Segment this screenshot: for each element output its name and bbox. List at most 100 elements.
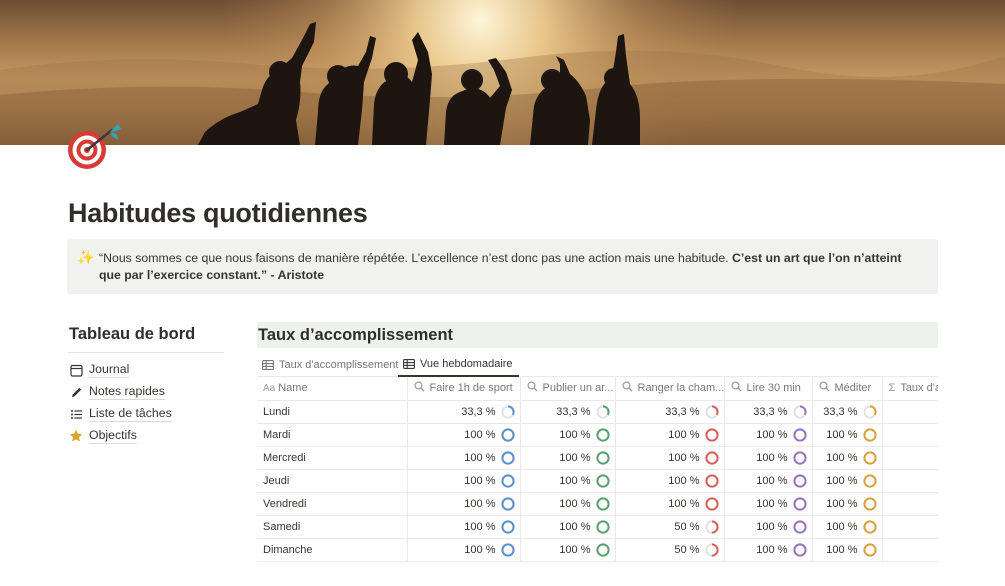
callout-text-plain: “Nous sommes ce que nous faisons de mani… bbox=[99, 251, 732, 265]
table-row[interactable]: Lundi 33,3 % 33,3 % 33,3 % 33,3 % 33,3 % 33,3 … bbox=[257, 400, 938, 424]
completion-rate-cell[interactable]: 100 % bbox=[882, 492, 938, 516]
habit-progress-cell[interactable]: 33,3 % bbox=[615, 400, 725, 424]
weekly-table: Aa Name Faire 1h de sport Publier un ar..… bbox=[257, 377, 938, 565]
progress-ring-arc bbox=[862, 519, 877, 534]
sidebar-item-liste-de-taches[interactable]: Liste de tâches bbox=[69, 405, 172, 423]
progress-value: 50 % bbox=[674, 543, 700, 556]
habit-progress-cell[interactable]: 100 % bbox=[812, 538, 883, 562]
habit-progress-cell[interactable]: 100 % bbox=[520, 538, 616, 562]
page-cover-image[interactable] bbox=[0, 0, 1005, 145]
completion-rate-cell[interactable]: 90 % bbox=[882, 515, 938, 539]
habit-progress-cell[interactable]: 100 % bbox=[407, 492, 521, 516]
habit-progress-cell[interactable]: 100 % bbox=[615, 492, 725, 516]
habit-progress-cell[interactable]: 100 % bbox=[407, 469, 521, 493]
habit-progress-cell[interactable]: 100 % bbox=[812, 515, 883, 539]
habit-progress-cell[interactable]: 100 % bbox=[812, 469, 883, 493]
day-name-cell[interactable]: Vendredi bbox=[257, 492, 408, 516]
progress-ring-icon bbox=[500, 519, 515, 534]
habit-progress-cell[interactable]: 100 % bbox=[724, 515, 813, 539]
table-row[interactable]: Mercredi 100 % 100 % 100 % 100 % 100 % 100 % bbox=[257, 446, 938, 470]
calendar-icon bbox=[69, 363, 83, 377]
habit-progress-cell[interactable]: 33,3 % bbox=[812, 400, 883, 424]
habit-progress-cell[interactable]: 100 % bbox=[615, 469, 725, 493]
progress-value: 100 % bbox=[826, 543, 858, 556]
day-name-cell[interactable]: Mercredi bbox=[257, 446, 408, 470]
progress-ring-arc bbox=[500, 450, 515, 465]
habit-progress-cell[interactable]: 100 % bbox=[520, 446, 616, 470]
progress-value: 33,3 % bbox=[461, 405, 496, 418]
habit-progress-cell[interactable]: 50 % bbox=[615, 515, 725, 539]
progress-value: 50 % bbox=[674, 520, 700, 533]
habit-progress-cell[interactable]: 100 % bbox=[407, 538, 521, 562]
habit-progress-cell[interactable]: 100 % bbox=[724, 492, 813, 516]
habit-progress-cell[interactable]: 100 % bbox=[724, 423, 813, 447]
habit-progress-cell[interactable]: 33,3 % bbox=[407, 400, 521, 424]
habit-progress-cell[interactable]: 100 % bbox=[724, 469, 813, 493]
quote-callout[interactable]: ✨ “Nous sommes ce que nous faisons de ma… bbox=[67, 239, 938, 294]
progress-value: 100 % bbox=[464, 520, 496, 533]
day-name-cell[interactable]: Mardi bbox=[257, 423, 408, 447]
habit-progress-cell[interactable]: 33,3 % bbox=[520, 400, 616, 424]
progress-value: 100 % bbox=[464, 497, 496, 510]
habit-progress-cell[interactable]: 100 % bbox=[520, 515, 616, 539]
target-dart-icon[interactable] bbox=[66, 120, 126, 174]
habit-progress-cell[interactable]: 33,3 % bbox=[724, 400, 813, 424]
table-row[interactable]: Jeudi 100 % 100 % 100 % 100 % 100 % 100 % bbox=[257, 469, 938, 493]
search-icon bbox=[526, 381, 538, 395]
progress-ring-icon bbox=[792, 496, 807, 511]
column-header-name[interactable]: Aa Name bbox=[257, 377, 408, 401]
habit-progress-cell[interactable]: 100 % bbox=[615, 446, 725, 470]
day-name-cell[interactable]: Lundi bbox=[257, 400, 408, 424]
habit-progress-cell[interactable]: 100 % bbox=[407, 423, 521, 447]
progress-value: 100 % bbox=[826, 474, 858, 487]
habit-progress-cell[interactable]: 100 % bbox=[520, 492, 616, 516]
sidebar-item-journal[interactable]: Journal bbox=[69, 361, 130, 379]
sidebar-item-objectifs[interactable]: Objectifs bbox=[69, 427, 137, 445]
column-header-publier[interactable]: Publier un ar... bbox=[520, 377, 616, 401]
search-icon bbox=[818, 381, 830, 395]
text-property-icon: Aa bbox=[263, 382, 276, 394]
progress-ring-icon bbox=[595, 519, 610, 534]
page-title[interactable]: Habitudes quotidiennes bbox=[68, 198, 368, 229]
table-row[interactable]: Vendredi 100 % 100 % 100 % 100 % 100 % 100 % bbox=[257, 492, 938, 516]
completion-rate-cell[interactable]: 33,3 % bbox=[882, 400, 938, 424]
day-name-cell[interactable]: Dimanche bbox=[257, 538, 408, 562]
column-header-ranger[interactable]: Ranger la cham... bbox=[615, 377, 725, 401]
habit-progress-cell[interactable]: 50 % bbox=[615, 538, 725, 562]
completion-rate-cell[interactable]: 100 % bbox=[882, 423, 938, 447]
column-header-mediter[interactable]: Méditer bbox=[812, 377, 883, 401]
habit-progress-cell[interactable]: 100 % bbox=[520, 423, 616, 447]
progress-ring-arc bbox=[500, 519, 515, 534]
column-header-taux[interactable]: Σ Taux d'a bbox=[882, 377, 938, 401]
habit-progress-cell[interactable]: 100 % bbox=[520, 469, 616, 493]
habit-progress-cell[interactable]: 100 % bbox=[724, 538, 813, 562]
completion-rate-cell[interactable]: 100 % bbox=[882, 446, 938, 470]
habit-progress-cell[interactable]: 100 % bbox=[724, 446, 813, 470]
progress-ring-icon bbox=[792, 450, 807, 465]
habit-progress-cell[interactable]: 100 % bbox=[407, 515, 521, 539]
habit-progress-cell[interactable]: 100 % bbox=[812, 492, 883, 516]
day-name-cell[interactable]: Samedi bbox=[257, 515, 408, 539]
completion-rate-cell[interactable]: 100 % bbox=[882, 469, 938, 493]
habit-progress-cell[interactable]: 100 % bbox=[407, 446, 521, 470]
habit-progress-cell[interactable]: 100 % bbox=[812, 423, 883, 447]
habit-progress-cell[interactable]: 100 % bbox=[812, 446, 883, 470]
progress-ring-arc bbox=[704, 427, 719, 442]
column-header-sport[interactable]: Faire 1h de sport bbox=[407, 377, 521, 401]
tab-taux-accomplissement[interactable]: Taux d'accomplissement bbox=[262, 352, 399, 377]
table-row[interactable]: Dimanche 100 % 100 % 50 % 100 % 100 % 90 % bbox=[257, 538, 938, 562]
tab-vue-hebdomadaire[interactable]: Vue hebdomadaire bbox=[398, 352, 519, 377]
progress-value: 33,3 % bbox=[823, 405, 858, 418]
progress-value: 100 % bbox=[756, 520, 788, 533]
progress-ring-icon bbox=[862, 496, 877, 511]
progress-value: 100 % bbox=[668, 474, 700, 487]
habit-progress-cell[interactable]: 100 % bbox=[615, 423, 725, 447]
section-title: Taux d’accomplissement bbox=[257, 322, 938, 348]
table-row[interactable]: Samedi 100 % 100 % 50 % 100 % 100 % 90 % bbox=[257, 515, 938, 539]
column-header-lire[interactable]: Lire 30 min bbox=[724, 377, 813, 401]
search-icon bbox=[730, 381, 742, 395]
day-name-cell[interactable]: Jeudi bbox=[257, 469, 408, 493]
sidebar-item-notes-rapides[interactable]: Notes rapides bbox=[69, 383, 165, 401]
table-row[interactable]: Mardi 100 % 100 % 100 % 100 % 100 % 100 % bbox=[257, 423, 938, 447]
completion-rate-cell[interactable]: 90 % bbox=[882, 538, 938, 562]
